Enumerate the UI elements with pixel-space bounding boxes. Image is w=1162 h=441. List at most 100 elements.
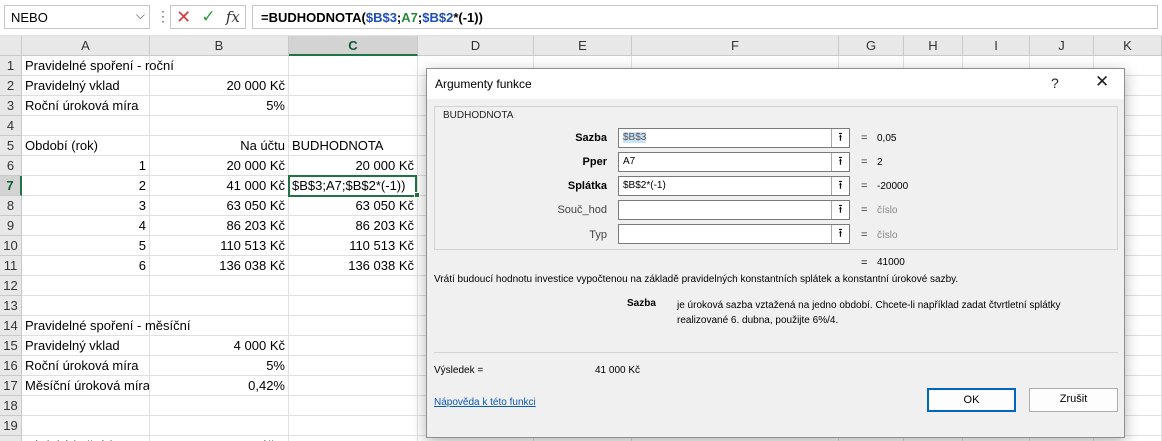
row-header-8[interactable]: 8 — [0, 196, 22, 216]
arg-input-sazba-field[interactable]: $B$3 ⭱ — [618, 128, 850, 148]
cell-b15[interactable]: 4 000 Kč — [150, 336, 289, 356]
row-header-15[interactable]: 15 — [0, 336, 22, 356]
column-header-j[interactable]: J — [1030, 36, 1094, 56]
row-header-12[interactable]: 12 — [0, 276, 22, 296]
column-header-e[interactable]: E — [534, 36, 632, 56]
cell-a18[interactable] — [22, 396, 150, 416]
row-header-10[interactable]: 10 — [0, 236, 22, 256]
cell-b18[interactable] — [150, 396, 289, 416]
cell-c6[interactable]: 20 000 Kč — [289, 156, 418, 176]
cell-a20[interactable]: Období (měsíc) — [22, 436, 150, 441]
cell-a9[interactable]: 4 — [22, 216, 150, 236]
cell-a19[interactable] — [22, 416, 150, 436]
cell-b12[interactable] — [150, 276, 289, 296]
cell-b5[interactable]: Na účtu — [150, 136, 289, 156]
cell-b4[interactable] — [150, 116, 289, 136]
cell-c12[interactable] — [289, 276, 418, 296]
cell-a5[interactable]: Období (rok) — [22, 136, 150, 156]
enter-icon[interactable]: ✓ — [201, 8, 215, 26]
cell-c19[interactable] — [289, 416, 418, 436]
column-header-g[interactable]: G — [839, 36, 904, 56]
cell-c3[interactable] — [289, 96, 418, 116]
cell-b10[interactable]: 110 513 Kč — [150, 236, 289, 256]
cell-a16[interactable]: Roční úroková míra — [22, 356, 150, 376]
cell-c15[interactable] — [289, 336, 418, 356]
cell-c16[interactable] — [289, 356, 418, 376]
cell-a7[interactable]: 2 — [22, 176, 150, 196]
help-icon[interactable]: ? — [1051, 75, 1059, 91]
row-header-11[interactable]: 11 — [0, 256, 22, 276]
cell-c18[interactable] — [289, 396, 418, 416]
cell-c20[interactable]: BUDHODNOTA — [289, 436, 418, 441]
row-header-19[interactable]: 19 — [0, 416, 22, 436]
cell-b11[interactable]: 136 038 Kč — [150, 256, 289, 276]
row-header-20[interactable]: 20 — [0, 436, 22, 441]
column-header-k[interactable]: K — [1094, 36, 1162, 56]
arg-input-splatka[interactable]: $B$2*(-1) ⭱ — [618, 176, 850, 196]
arg-input-typ[interactable]: ⭱ — [618, 224, 850, 244]
row-header-2[interactable]: 2 — [0, 76, 22, 96]
column-header-f[interactable]: F — [632, 36, 839, 56]
cell-b2[interactable]: 20 000 Kč — [150, 76, 289, 96]
cell-c2[interactable] — [289, 76, 418, 96]
cell-c9[interactable]: 86 203 Kč — [289, 216, 418, 236]
cell-b9[interactable]: 86 203 Kč — [150, 216, 289, 236]
collapse-dialog-icon[interactable]: ⭱ — [831, 225, 849, 243]
row-header-4[interactable]: 4 — [0, 116, 22, 136]
column-header-h[interactable]: H — [904, 36, 963, 56]
cancel-button[interactable]: Zrušit — [1029, 388, 1118, 412]
cell-c1[interactable] — [289, 56, 418, 76]
cell-a11[interactable]: 6 — [22, 256, 150, 276]
arg-input-souc-hod[interactable]: ⭱ — [618, 200, 850, 220]
cell-a6[interactable]: 1 — [22, 156, 150, 176]
cell-a10[interactable]: 5 — [22, 236, 150, 256]
row-header-5[interactable]: 5 — [0, 136, 22, 156]
collapse-dialog-icon[interactable]: ⭱ — [831, 153, 849, 171]
cell-b3[interactable]: 5% — [150, 96, 289, 116]
cell-c4[interactable] — [289, 116, 418, 136]
cell-c8[interactable]: 63 050 Kč — [289, 196, 418, 216]
name-box[interactable]: NEBO ⌵ — [4, 5, 150, 29]
cell-c11[interactable]: 136 038 Kč — [289, 256, 418, 276]
cell-a15[interactable]: Pravidelný vklad — [22, 336, 150, 356]
column-header-a[interactable]: A — [22, 36, 150, 56]
row-header-13[interactable]: 13 — [0, 296, 22, 316]
cell-a1[interactable]: Pravidelné spoření - roční — [22, 56, 174, 76]
cell-b8[interactable]: 63 050 Kč — [150, 196, 289, 216]
cell-a12[interactable] — [22, 276, 150, 296]
cell-b16[interactable]: 5% — [150, 356, 289, 376]
chevron-down-icon[interactable]: ⌵ — [136, 8, 145, 23]
collapse-dialog-icon[interactable]: ⭱ — [831, 201, 849, 219]
cell-b7[interactable]: 41 000 Kč — [150, 176, 289, 196]
row-header-18[interactable]: 18 — [0, 396, 22, 416]
cell-c5[interactable]: BUDHODNOTA — [289, 136, 418, 156]
cell-c10[interactable]: 110 513 Kč — [289, 236, 418, 256]
cell-c17[interactable] — [289, 376, 418, 396]
collapse-dialog-icon[interactable]: ⭱ — [831, 129, 849, 147]
cell-a2[interactable]: Pravidelný vklad — [22, 76, 150, 96]
row-header-1[interactable]: 1 — [0, 56, 22, 76]
cell-c13[interactable] — [289, 296, 418, 316]
row-header-7[interactable]: 7 — [0, 176, 22, 196]
cell-b20[interactable]: Na účtu — [150, 436, 289, 441]
ok-button[interactable]: OK — [927, 388, 1016, 412]
cell-b19[interactable] — [150, 416, 289, 436]
formula-input[interactable]: =BUDHODNOTA($B$3;A7;$B$2*(-1)) — [252, 5, 1158, 29]
insert-function-icon[interactable]: fx — [226, 8, 240, 26]
column-header-c[interactable]: C — [289, 36, 418, 56]
column-header-b[interactable]: B — [150, 36, 289, 56]
cell-b14[interactable] — [150, 316, 289, 336]
cancel-icon[interactable]: ✕ — [176, 8, 191, 26]
help-link[interactable]: Nápověda k této funkci — [434, 397, 536, 408]
cell-a3[interactable]: Roční úroková míra — [22, 96, 150, 116]
row-header-14[interactable]: 14 — [0, 316, 22, 336]
active-cell-editor[interactable]: $B$3;A7;$B$2*(-1)) — [288, 175, 417, 197]
row-header-17[interactable]: 17 — [0, 376, 22, 396]
select-all-corner[interactable] — [0, 36, 22, 56]
close-icon[interactable]: ✕ — [1095, 72, 1109, 92]
cell-a14[interactable]: Pravidelné spoření - měsíční — [22, 316, 190, 336]
column-header-i[interactable]: I — [963, 36, 1030, 56]
column-header-d[interactable]: D — [418, 36, 534, 56]
cell-b17[interactable]: 0,42% — [150, 376, 289, 396]
cell-a17[interactable]: Měsíční úroková míra — [22, 376, 150, 396]
